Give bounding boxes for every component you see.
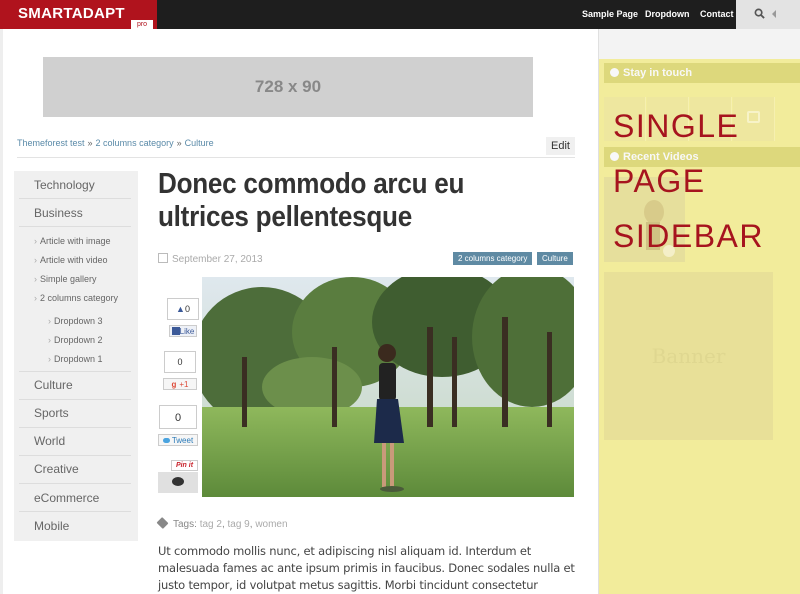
overlay-label: PAGE [613, 163, 706, 199]
search-icon [754, 8, 765, 19]
overlay-label: SIDEBAR [613, 218, 764, 254]
menu-item-business[interactable]: Business [34, 206, 83, 220]
tag-link[interactable]: tag 9 [228, 519, 250, 530]
category-badge[interactable]: 2 columns category [453, 252, 533, 265]
tag-link[interactable]: tag 2 [200, 519, 222, 530]
calendar-icon [158, 253, 168, 263]
tweet-button[interactable]: Tweet [158, 434, 198, 446]
article-title: Donec commodo arcu eu ultrices pellentes… [158, 168, 465, 233]
divider [19, 371, 131, 372]
category-menu: Technology Business Article with image A… [14, 171, 138, 541]
submenu-item-2-columns-category[interactable]: 2 columns category [34, 293, 118, 303]
submenu-item-article-with-image[interactable]: Article with image [34, 236, 111, 246]
divider [19, 511, 131, 512]
widget-title-stay-in-touch: Stay in touch [604, 63, 800, 83]
submenu-item-dropdown-2[interactable]: Dropdown 2 [48, 335, 103, 345]
divider [19, 455, 131, 456]
search-button[interactable] [736, 0, 800, 29]
article-body: Ut commodo mollis nunc, et adipiscing ni… [158, 544, 575, 592]
pinterest-button[interactable]: Pin it [171, 460, 198, 471]
tag-icon [156, 516, 169, 530]
caret-left-icon [772, 10, 776, 18]
menu-item-culture[interactable]: Culture [34, 378, 73, 392]
divider [19, 399, 131, 400]
menu-item-creative[interactable]: Creative [34, 462, 79, 476]
breadcrumb-item[interactable]: Themeforest test [17, 138, 85, 148]
submenu-item-dropdown-1[interactable]: Dropdown 1 [48, 354, 103, 364]
breadcrumb-item[interactable]: 2 columns category [96, 138, 174, 148]
tag-link[interactable]: women [255, 519, 287, 530]
menu-item-mobile[interactable]: Mobile [34, 519, 69, 533]
banner-label: Banner [651, 344, 726, 368]
gplus-count: 0 [164, 351, 196, 373]
youtube-icon [747, 111, 760, 123]
submenu-item-simple-gallery[interactable]: Simple gallery [34, 274, 97, 284]
top-navbar: SMARTADAPT pro Sample Page Dropdown Cont… [0, 0, 800, 29]
thumbs-up-icon: ▲ [176, 304, 185, 314]
logo-badge: pro [131, 20, 153, 29]
divider [17, 157, 575, 158]
facebook-icon [171, 327, 180, 335]
menu-item-technology[interactable]: Technology [34, 178, 95, 192]
twitter-icon [162, 438, 170, 443]
sidebar-banner[interactable]: Banner [604, 272, 773, 440]
page-edge [0, 29, 3, 594]
comment-icon [172, 477, 184, 486]
ad-label: 728 x 90 [254, 77, 322, 96]
article-photo [202, 277, 574, 497]
divider [19, 427, 131, 428]
arrow-circle-icon [610, 152, 619, 161]
ad-banner[interactable]: 728 x 90 [43, 57, 533, 117]
tweet-count: 0 [159, 405, 197, 429]
nav-sample-page[interactable]: Sample Page [582, 0, 638, 29]
sidebar-border [598, 29, 599, 594]
article-tags: Tags: tag 2, tag 9, women [156, 516, 288, 530]
breadcrumb: Themeforest test» 2 columns category» Cult… [17, 138, 214, 148]
submenu-item-article-with-video[interactable]: Article with video [34, 255, 108, 265]
breadcrumb-separator: » [176, 138, 182, 148]
tags-label: Tags: [173, 519, 197, 530]
date-text: September 27, 2013 [172, 254, 263, 265]
gplus-icon: g [171, 380, 177, 389]
facebook-like-button[interactable]: Like [169, 325, 197, 337]
menu-item-sports[interactable]: Sports [34, 406, 69, 420]
edit-button[interactable]: Edit [546, 137, 575, 155]
divider [19, 198, 131, 199]
arrow-circle-icon [610, 68, 619, 77]
article-image [202, 277, 574, 497]
category-badge[interactable]: Culture [537, 252, 573, 265]
breadcrumb-separator: » [87, 138, 93, 148]
article-date: September 27, 2013 [158, 253, 263, 265]
logo-text: SMARTADAPT [18, 5, 125, 22]
divider [19, 226, 131, 227]
comments-button[interactable] [158, 472, 198, 493]
facebook-like-count: ▲0 [167, 298, 199, 320]
sidebar-top-spacer [598, 29, 800, 59]
overlay-label: SINGLE [613, 108, 740, 144]
submenu-item-dropdown-3[interactable]: Dropdown 3 [48, 316, 103, 326]
breadcrumb-item[interactable]: Culture [185, 138, 214, 148]
gplus-button[interactable]: g +1 [163, 378, 197, 390]
nav-contact[interactable]: Contact [700, 0, 734, 29]
menu-item-ecommerce[interactable]: eCommerce [34, 491, 99, 505]
site-logo[interactable]: SMARTADAPT pro [0, 0, 157, 29]
nav-dropdown[interactable]: Dropdown [645, 0, 690, 29]
divider [19, 483, 131, 484]
menu-item-world[interactable]: World [34, 434, 65, 448]
